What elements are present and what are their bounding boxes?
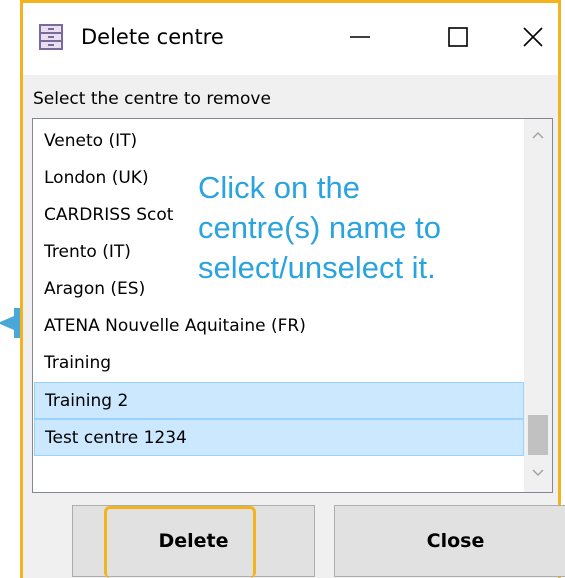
close-window-button[interactable] [508, 15, 558, 59]
delete-centre-dialog: Delete centre Select the centre to remov… [23, 3, 565, 578]
chevron-up-icon [532, 132, 544, 139]
list-item-selected[interactable]: Test centre 1234 [34, 419, 524, 456]
close-button[interactable]: Close [334, 505, 565, 577]
maximize-button[interactable] [433, 15, 483, 59]
callout-line: centre(s) name to [198, 210, 441, 245]
select-prompt: Select the centre to remove [33, 89, 271, 109]
scroll-up-button[interactable] [524, 121, 552, 149]
scroll-thumb[interactable] [528, 415, 548, 455]
list-item[interactable]: ATENA Nouvelle Aquitaine (FR) [34, 308, 524, 345]
cabinet-icon [37, 23, 65, 51]
callout-line: Click on the [198, 170, 360, 205]
window-title: Delete centre [81, 25, 224, 49]
list-item-selected[interactable]: Training 2 [34, 382, 524, 419]
title-bar: Delete centre [23, 3, 558, 75]
list-item[interactable]: Training [34, 345, 524, 382]
minimize-icon [350, 36, 370, 38]
list-item[interactable]: Veneto (IT) [34, 123, 524, 160]
close-icon [523, 27, 543, 47]
vertical-scrollbar[interactable] [524, 119, 552, 492]
callout-line: select/unselect it. [198, 250, 436, 285]
pointer-arrow-icon [0, 308, 20, 342]
minimize-button[interactable] [335, 15, 385, 59]
chevron-down-icon [532, 469, 544, 476]
maximize-icon [448, 27, 468, 47]
scroll-down-button[interactable] [524, 459, 552, 487]
instruction-callout: Click on the centre(s) name to select/un… [198, 168, 508, 288]
delete-button-highlight [104, 506, 256, 578]
